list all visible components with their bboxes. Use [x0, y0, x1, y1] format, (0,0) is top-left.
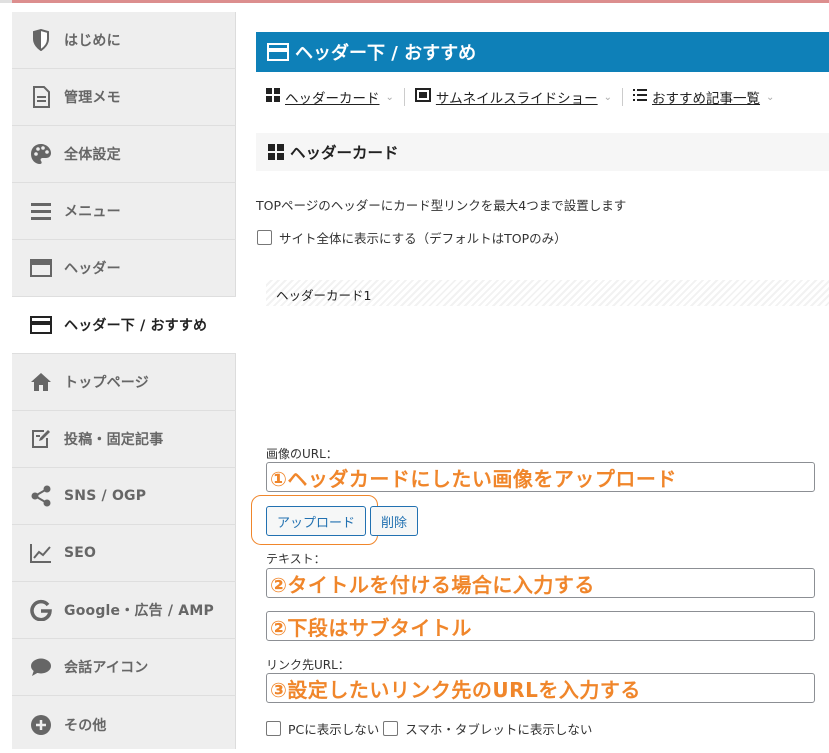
- memo-icon: [30, 86, 52, 108]
- page-title-bar: ヘッダー下 / おすすめ: [256, 32, 829, 72]
- sidebar-item-label: 投稿・固定記事: [64, 432, 164, 448]
- sidebar-item-under-header[interactable]: ヘッダー下 / おすすめ: [12, 297, 237, 354]
- image-url-value: ①ヘッダカードにしたい画像をアップロード: [270, 466, 677, 491]
- palette-icon: [30, 143, 52, 165]
- sidebar-item-label: SNS / OGP: [64, 488, 147, 504]
- header-icon: [30, 257, 52, 279]
- sidebar-item-label: はじめに: [64, 33, 121, 49]
- subtitle-text-input[interactable]: ②下段はサブタイトル: [266, 611, 815, 641]
- tab-header-card[interactable]: ヘッダーカード ⌄: [266, 87, 394, 107]
- sidebar-item-sns[interactable]: SNS / OGP: [12, 468, 236, 525]
- show-all-label: サイト全体に表示にする（デフォルトはTOPのみ）: [279, 231, 567, 246]
- tab-divider: [403, 88, 405, 106]
- sidebar-item-label: ヘッダー: [64, 261, 121, 277]
- hide-sp-label: スマホ・タブレットに表示しない: [405, 722, 593, 737]
- chevron-down-icon: ⌄: [385, 91, 394, 103]
- link-url-value: ③設定したいリンク先のURLを入力する: [270, 677, 641, 702]
- delete-button[interactable]: 削除: [370, 506, 418, 536]
- subtitle-text-value: ②下段はサブタイトル: [270, 615, 472, 640]
- card-header: ヘッダーカード1: [266, 280, 829, 306]
- sidebar-item-label: 管理メモ: [64, 90, 121, 106]
- show-all-checkbox[interactable]: [257, 230, 272, 245]
- settings-main: ヘッダー下 / おすすめ ヘッダーカード ⌄ サムネイルスライドショー ⌄ おす…: [236, 12, 829, 749]
- hide-sp-checkbox[interactable]: [383, 721, 399, 736]
- section-description: TOPページのヘッダーにカード型リンクを最大4つまで設置します: [256, 198, 627, 213]
- title-text-input[interactable]: ②タイトルを付ける場合に入力する: [266, 568, 815, 598]
- tab-divider: [622, 88, 624, 106]
- tab-thumbnail-slideshow[interactable]: サムネイルスライドショー ⌄: [414, 87, 613, 107]
- google-icon: [30, 599, 52, 621]
- sidebar-item-chat-icon[interactable]: 会話アイコン: [12, 639, 236, 696]
- sidebar-item-menu[interactable]: メニュー: [12, 183, 236, 240]
- share-icon: [30, 485, 52, 507]
- show-all-row: サイト全体に表示にする（デフォルトはTOPのみ）: [257, 228, 567, 247]
- upload-button[interactable]: アップロード: [266, 506, 366, 536]
- sidebar-item-seo[interactable]: SEO: [12, 525, 236, 582]
- chevron-down-icon: ⌄: [766, 91, 775, 103]
- left-gutter: [0, 3, 12, 749]
- sidebar-item-general[interactable]: 全体設定: [12, 126, 236, 183]
- top-accent-line: [12, 0, 829, 3]
- image-url-label: 画像のURL：: [266, 447, 338, 461]
- hide-pc-checkbox[interactable]: [266, 721, 281, 736]
- sidebar-item-label: トップページ: [64, 375, 149, 391]
- sidebar-item-other[interactable]: その他: [12, 696, 236, 753]
- image-url-input[interactable]: ①ヘッダカードにしたい画像をアップロード: [266, 462, 815, 492]
- under-header-icon: [267, 42, 289, 62]
- sidebar-item-label: 全体設定: [64, 147, 121, 163]
- hide-pc-label: PCに表示しない: [288, 722, 380, 737]
- sidebar-item-label: Google・広告 / AMP: [64, 603, 214, 619]
- tab-label: サムネイルスライドショー: [435, 91, 598, 107]
- under-header-icon: [30, 314, 52, 336]
- link-url-label: リンク先URL：: [266, 658, 350, 672]
- card-title: ヘッダーカード1: [276, 288, 372, 303]
- tab-label: おすすめ記事一覧: [652, 91, 761, 107]
- chevron-down-icon: ⌄: [603, 91, 613, 103]
- sidebar-item-memo[interactable]: 管理メモ: [12, 69, 236, 126]
- shield-icon: [30, 29, 52, 51]
- sidebar-item-posts[interactable]: 投稿・固定記事: [12, 411, 236, 468]
- title-text-value: ②タイトルを付ける場合に入力する: [270, 572, 595, 597]
- section-header: ヘッダーカード: [256, 133, 829, 171]
- chart-icon: [30, 542, 52, 564]
- link-url-input[interactable]: ③設定したいリンク先のURLを入力する: [266, 673, 815, 703]
- sidebar-item-label: 会話アイコン: [64, 660, 149, 676]
- section-title: ヘッダーカード: [290, 144, 399, 162]
- grid-icon: [268, 144, 284, 160]
- sidebar-item-header[interactable]: ヘッダー: [12, 240, 236, 297]
- sidebar-item-label: SEO: [64, 545, 97, 561]
- edit-icon: [30, 428, 52, 450]
- settings-sidebar: はじめに 管理メモ 全体設定 メニュー ヘッダー ヘッダー下 / おすすめ トッ…: [12, 12, 237, 749]
- page-title: ヘッダー下 / おすすめ: [295, 43, 477, 64]
- grid-icon: [266, 88, 280, 106]
- chat-icon: [30, 656, 52, 678]
- sidebar-item-label: ヘッダー下 / おすすめ: [64, 318, 208, 334]
- menu-icon: [30, 200, 52, 222]
- sidebar-item-label: メニュー: [64, 204, 121, 220]
- sidebar-item-google[interactable]: Google・広告 / AMP: [12, 582, 236, 639]
- home-icon: [30, 371, 52, 393]
- plus-icon: [30, 714, 52, 736]
- sidebar-item-label: その他: [64, 717, 107, 734]
- image-icon: [414, 88, 431, 106]
- list-icon: [633, 88, 648, 106]
- tab-label: ヘッダーカード: [285, 91, 380, 107]
- text-label: テキスト：: [266, 552, 326, 566]
- sidebar-item-intro[interactable]: はじめに: [12, 12, 236, 69]
- device-visibility-row: PCに表示しない スマホ・タブレットに表示しない: [266, 719, 592, 738]
- tab-recommended-list[interactable]: おすすめ記事一覧 ⌄: [633, 87, 774, 107]
- tab-nav: ヘッダーカード ⌄ サムネイルスライドショー ⌄ おすすめ記事一覧 ⌄: [266, 86, 774, 108]
- sidebar-item-top-page[interactable]: トップページ: [12, 354, 236, 411]
